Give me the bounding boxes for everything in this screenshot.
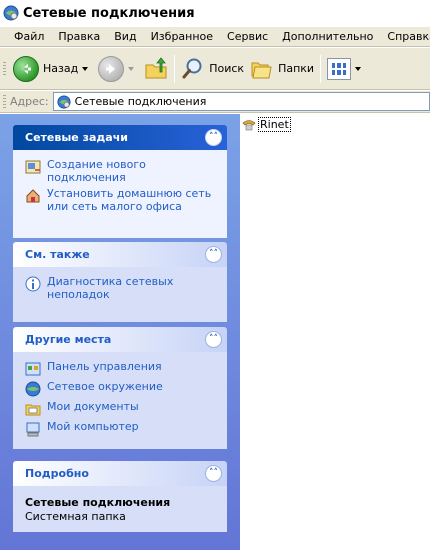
panel-title: См. также: [25, 248, 90, 261]
dialup-connection-icon: [242, 119, 256, 130]
new-connection-icon: [25, 160, 41, 174]
forward-button[interactable]: [95, 52, 141, 86]
network-globe-icon: [25, 381, 41, 397]
network-tasks-header[interactable]: Сетевые задачи ˄˄: [13, 125, 227, 150]
menu-bar: Файл Правка Вид Избранное Сервис Дополни…: [0, 26, 430, 47]
collapse-chevron-icon[interactable]: ˄˄: [205, 465, 222, 482]
connection-item[interactable]: Rinet: [242, 117, 291, 132]
network-tasks-body: Создание нового подключения Установить д…: [13, 150, 227, 238]
window-title: Сетевые подключения: [23, 5, 195, 21]
back-label: Назад: [43, 62, 79, 75]
other-places-header[interactable]: Другие места ˄˄: [13, 327, 227, 352]
see-also-body: Диагностика сетевых неполадок: [13, 267, 227, 322]
panel-title: Сетевые задачи: [25, 131, 128, 144]
back-arrow-icon: [13, 55, 39, 82]
network-connections-icon: [57, 94, 71, 109]
toolbar-separator: [174, 54, 176, 83]
views-button[interactable]: [324, 52, 368, 86]
other-places-panel: Другие места ˄˄ Панель управления Сетево…: [13, 327, 227, 449]
connection-label: Rinet: [258, 117, 291, 132]
back-button[interactable]: Назад: [10, 52, 95, 86]
network-tasks-panel: Сетевые задачи ˄˄ Создание нового подклю…: [13, 125, 227, 238]
folders-button[interactable]: Папки: [247, 52, 317, 86]
network-neighborhood-link[interactable]: Сетевое окружение: [25, 380, 217, 397]
control-panel-icon: [25, 362, 41, 376]
link-label: Диагностика сетевых неполадок: [47, 275, 174, 301]
other-places-body: Панель управления Сетевое окружение Мои …: [13, 352, 227, 449]
setup-home-network-link[interactable]: Установить домашнюю сеть или сеть малого…: [25, 187, 217, 213]
collapse-chevron-icon[interactable]: ˄˄: [205, 331, 222, 348]
views-dropdown-icon[interactable]: [355, 66, 362, 71]
see-also-panel: См. также ˄˄ Диагностика сетевых неполад…: [13, 242, 227, 322]
computer-icon: [26, 422, 40, 437]
address-bar: Адрес: Сетевые подключения: [0, 91, 430, 113]
panel-title: Подробно: [25, 467, 89, 480]
back-dropdown-icon[interactable]: [82, 66, 89, 71]
views-icon: [327, 57, 352, 80]
link-label: Мои документы: [47, 400, 139, 413]
network-diagnostics-link[interactable]: Диагностика сетевых неполадок: [25, 275, 217, 301]
forward-dropdown-icon[interactable]: [128, 66, 135, 71]
details-header[interactable]: Подробно ˄˄: [13, 461, 227, 486]
address-grip[interactable]: [3, 94, 6, 109]
details-body: Сетевые подключения Системная папка: [13, 486, 227, 532]
collapse-chevron-icon[interactable]: ˄˄: [205, 246, 222, 263]
search-label: Поиск: [209, 62, 245, 75]
menu-tools[interactable]: Сервис: [220, 30, 275, 43]
task-pane: Сетевые задачи ˄˄ Создание нового подклю…: [0, 114, 240, 550]
search-icon: [182, 58, 202, 78]
link-label: Мой компьютер: [47, 420, 139, 433]
address-field[interactable]: Сетевые подключения: [52, 92, 430, 111]
panel-title: Другие места: [25, 333, 112, 346]
address-value: Сетевые подключения: [74, 95, 207, 108]
content-pane: Rinet: [240, 114, 430, 550]
menu-view[interactable]: Вид: [107, 30, 143, 43]
folders-icon: [251, 62, 272, 78]
toolbar: Назад Поиск Папки: [0, 48, 430, 90]
link-label: Создание нового подключения: [47, 158, 146, 184]
address-label: Адрес:: [10, 95, 49, 108]
link-label: Установить домашнюю сеть или сеть малого…: [47, 187, 212, 213]
folder-up-icon: [145, 56, 167, 78]
home-network-icon: [26, 189, 40, 203]
details-name: Сетевые подключения: [25, 496, 171, 509]
my-computer-link[interactable]: Мой компьютер: [25, 420, 217, 437]
toolbar-grip[interactable]: [3, 61, 6, 76]
documents-folder-icon: [25, 404, 41, 416]
folders-label: Папки: [278, 62, 315, 75]
my-documents-link[interactable]: Мои документы: [25, 400, 217, 417]
collapse-chevron-icon[interactable]: ˄˄: [205, 129, 222, 146]
network-connections-icon: [3, 5, 19, 21]
title-bar: Сетевые подключения: [0, 0, 430, 26]
menu-file[interactable]: Файл: [7, 30, 51, 43]
menu-advanced[interactable]: Дополнительно: [275, 30, 380, 43]
see-also-header[interactable]: См. также ˄˄: [13, 242, 227, 267]
up-button[interactable]: [141, 52, 171, 86]
create-connection-link[interactable]: Создание нового подключения: [25, 158, 217, 184]
menu-favorites[interactable]: Избранное: [144, 30, 220, 43]
info-icon: [25, 276, 41, 292]
details-type: Системная папка: [25, 510, 126, 523]
search-button[interactable]: Поиск: [178, 52, 247, 86]
link-label: Панель управления: [47, 360, 162, 373]
link-label: Сетевое окружение: [47, 380, 163, 393]
forward-arrow-icon: [98, 55, 125, 82]
menu-help[interactable]: Справка: [380, 30, 430, 43]
details-panel: Подробно ˄˄ Сетевые подключения Системна…: [13, 461, 227, 532]
menu-edit[interactable]: Правка: [51, 30, 107, 43]
control-panel-link[interactable]: Панель управления: [25, 360, 217, 377]
toolbar-separator: [320, 54, 322, 83]
